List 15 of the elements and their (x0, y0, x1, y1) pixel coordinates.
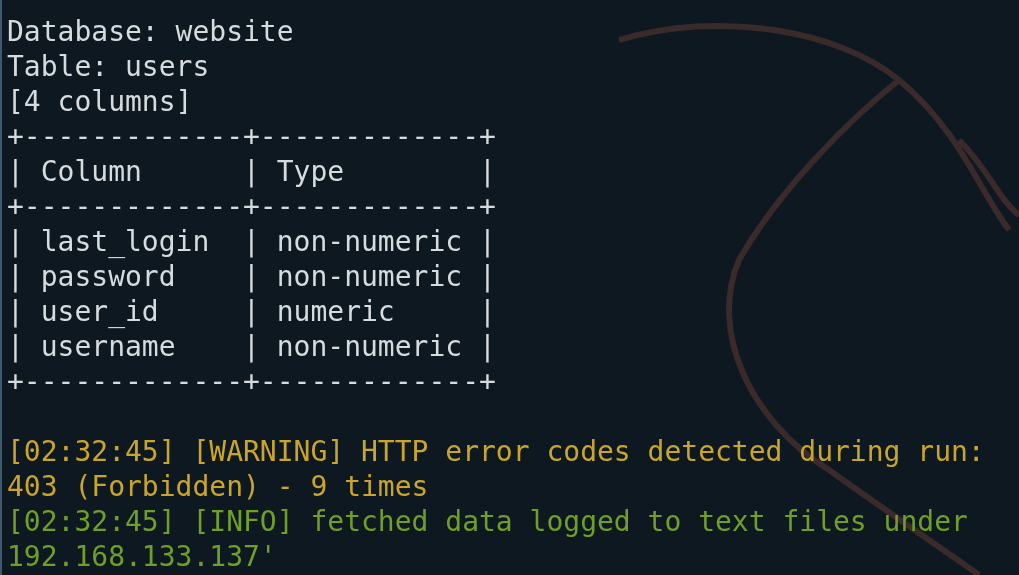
terminal-output-line: +-------------+-------------+ (7, 189, 496, 224)
warning-log-line: [02:32:45] [WARNING] HTTP error codes detected during run: (7, 434, 985, 469)
terminal-output-line: | password | non-numeric | (7, 259, 496, 294)
terminal-output-line: | username | non-numeric | (7, 329, 496, 364)
terminal-output-line: Database: website (7, 14, 294, 49)
info-log-line: [02:32:45] [INFO] fetched data logged to text files under (7, 504, 968, 539)
terminal-output-line: | Column | Type | (7, 154, 496, 189)
terminal-output-line: | last_login | non-numeric | (7, 224, 496, 259)
warning-log-line: 403 (Forbidden) - 9 times (7, 469, 429, 504)
info-log-line: 192.168.133.137' (7, 539, 277, 574)
terminal-output-line: +-------------+-------------+ (7, 119, 496, 154)
terminal-output-line: Table: users (7, 49, 210, 84)
terminal-output-line: [4 columns] (7, 84, 193, 119)
terminal-output-line: | user_id | numeric | (7, 294, 496, 329)
terminal-output-line: +-------------+-------------+ (7, 364, 496, 399)
